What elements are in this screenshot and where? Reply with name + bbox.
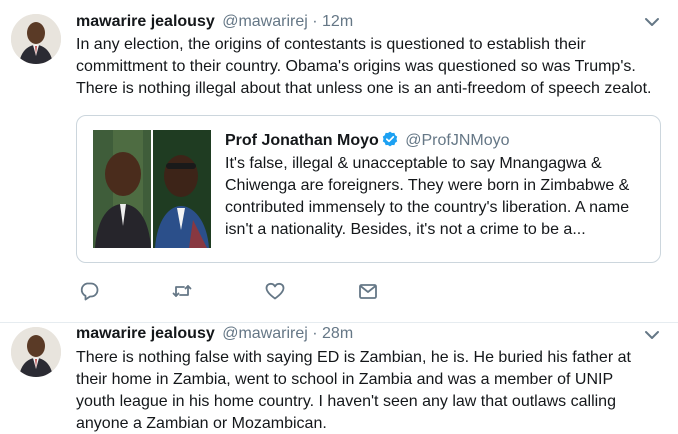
chevron-down-icon[interactable] (642, 12, 662, 32)
quoted-author-handle[interactable]: @ProfJNMoyo (405, 132, 509, 149)
quoted-text-line: Chiwenga are foreigners. They were born … (225, 177, 630, 194)
separator: · (312, 325, 318, 342)
tweet-text-line: youth league in his home country. I have… (76, 393, 616, 410)
tweet-text-line: anyone a Zambian or Mozambican. (76, 415, 327, 432)
quoted-tweet-header: Prof Jonathan Moyo @ProfJNMoyo (225, 131, 510, 151)
tweet[interactable]: mawarire jealousy @mawarirej · 28m There… (0, 322, 678, 434)
quoted-text-line: It's false, illegal & unacceptable to sa… (225, 155, 602, 172)
author-name[interactable]: mawarire jealousy (76, 325, 215, 342)
quoted-text-line: isn't a nationality. Besides, it's not a… (225, 221, 586, 238)
quoted-author-name[interactable]: Prof Jonathan Moyo (225, 132, 379, 149)
tweet-text-line: committment to their country. Obama's or… (76, 58, 636, 75)
author-handle[interactable]: @mawarirej (222, 13, 308, 30)
user-avatar[interactable] (11, 327, 61, 377)
direct-message-icon[interactable] (357, 280, 379, 302)
separator: · (312, 13, 318, 30)
tweet-text-line: In any election, the origins of contesta… (76, 36, 586, 53)
timestamp[interactable]: 12m (322, 13, 353, 30)
chevron-down-icon[interactable] (642, 325, 662, 345)
author-name[interactable]: mawarire jealousy (76, 13, 215, 30)
user-avatar[interactable] (11, 14, 61, 64)
timestamp[interactable]: 28m (322, 325, 353, 342)
quoted-tweet-text: It's false, illegal & unacceptable to sa… (225, 153, 655, 241)
quoted-tweet-image[interactable] (93, 130, 211, 248)
tweet[interactable]: mawarire jealousy @mawarirej · 12m In an… (0, 0, 678, 322)
quoted-text-line: contributed immensely to the country's l… (225, 199, 630, 216)
quoted-tweet[interactable]: Prof Jonathan Moyo @ProfJNMoyo It's fals… (76, 115, 661, 263)
tweet-text-line: their home in Zambia, went to school in … (76, 371, 614, 388)
reply-icon[interactable] (78, 280, 100, 302)
retweet-icon[interactable] (171, 280, 193, 302)
tweet-header: mawarire jealousy @mawarirej · 12m (76, 12, 353, 32)
tweet-header: mawarire jealousy @mawarirej · 28m (76, 324, 353, 344)
tweet-actions (78, 280, 398, 302)
tweet-text: There is nothing false with saying ED is… (76, 347, 676, 434)
verified-badge-icon (382, 131, 397, 147)
tweet-text-line: There is nothing illegal about that unle… (76, 80, 652, 97)
tweet-text: In any election, the origins of contesta… (76, 34, 676, 100)
like-icon[interactable] (264, 280, 286, 302)
author-handle[interactable]: @mawarirej (222, 325, 308, 342)
tweet-text-line: There is nothing false with saying ED is… (76, 349, 631, 366)
